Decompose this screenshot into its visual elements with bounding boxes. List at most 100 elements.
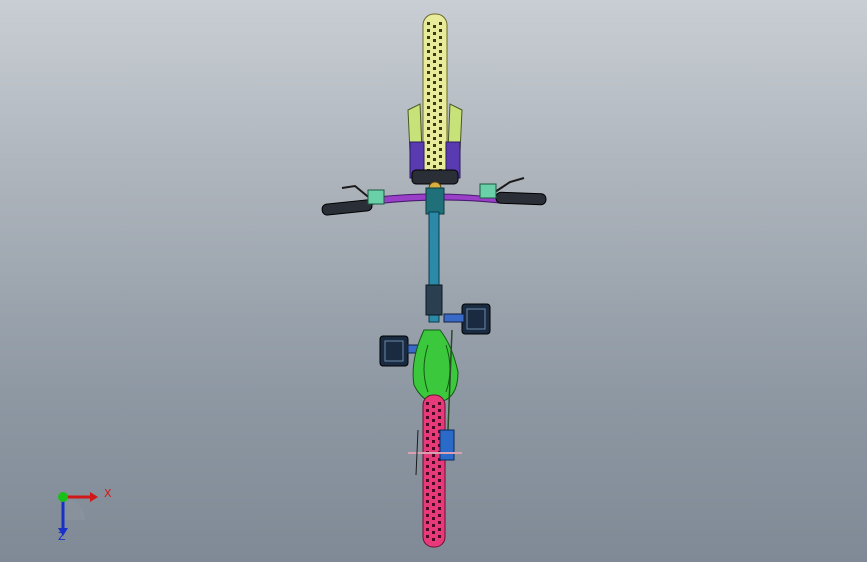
tread-block (438, 423, 441, 426)
graphics-viewport[interactable]: X Z (0, 0, 867, 562)
tread-block (427, 71, 430, 74)
x-axis-label: X (104, 487, 112, 500)
tread-block (438, 416, 441, 419)
tread-block (439, 134, 442, 137)
tread-block (426, 402, 429, 405)
tread-block (433, 109, 436, 112)
tread-block (438, 507, 441, 510)
tread-block (427, 155, 430, 158)
front-tire[interactable] (422, 13, 448, 185)
tread-block (432, 440, 435, 443)
tread-block (426, 430, 429, 433)
tread-block (432, 510, 435, 513)
tread-block (438, 493, 441, 496)
tread-block (439, 92, 442, 95)
tread-block (426, 486, 429, 489)
tread-block (433, 60, 436, 63)
rear-tire[interactable] (408, 394, 462, 548)
tread-block (426, 507, 429, 510)
tread-block (439, 57, 442, 60)
frame-tube[interactable] (425, 211, 443, 323)
tread-block (427, 29, 430, 32)
tread-block (427, 120, 430, 123)
tread-block (439, 85, 442, 88)
tread-block (433, 67, 436, 70)
tread-block (438, 409, 441, 412)
right-crank (443, 313, 465, 323)
tread-block (433, 39, 436, 42)
tread-block (432, 412, 435, 415)
tread-block (432, 419, 435, 422)
tread-block (427, 141, 430, 144)
tread-block (439, 29, 442, 32)
tread-block (426, 458, 429, 461)
front-tire-tread (427, 22, 442, 182)
tread-block (432, 405, 435, 408)
tread-block (432, 503, 435, 506)
tread-block (433, 25, 436, 28)
tread-block (433, 151, 436, 154)
tread-block (433, 81, 436, 84)
tread-block (427, 78, 430, 81)
tread-block (433, 102, 436, 105)
tread-block (427, 134, 430, 137)
right-grip (495, 191, 547, 206)
tread-block (432, 517, 435, 520)
tread-block (438, 479, 441, 482)
tread-block (438, 500, 441, 503)
tread-block (426, 535, 429, 538)
right-brake-lever (494, 177, 525, 193)
tread-block (427, 36, 430, 39)
tread-block (439, 141, 442, 144)
tread-block (427, 57, 430, 60)
tread-block (433, 158, 436, 161)
tread-block (439, 50, 442, 53)
right-pedal[interactable] (443, 303, 491, 335)
tread-block (426, 416, 429, 419)
tread-block (438, 514, 441, 517)
tread-block (433, 130, 436, 133)
tread-block (433, 116, 436, 119)
tread-block (432, 482, 435, 485)
tread-block (433, 46, 436, 49)
left-grip (321, 199, 373, 216)
tread-block (439, 127, 442, 130)
tread-block (432, 524, 435, 527)
bicycle-model-top-view[interactable] (0, 0, 867, 562)
tread-block (433, 74, 436, 77)
tread-block (438, 472, 441, 475)
y-axis-dot (58, 492, 68, 502)
tread-block (433, 32, 436, 35)
tread-block (426, 514, 429, 517)
tread-block (439, 106, 442, 109)
tread-block (432, 461, 435, 464)
tread-block (438, 521, 441, 524)
tread-block (439, 113, 442, 116)
tread-block (439, 120, 442, 123)
tread-block (427, 64, 430, 67)
tread-block (438, 535, 441, 538)
tread-block (432, 447, 435, 450)
tread-block (439, 78, 442, 81)
tread-block (433, 53, 436, 56)
tread-block (432, 489, 435, 492)
tread-block (426, 472, 429, 475)
rear-hub (439, 429, 455, 461)
tread-block (427, 162, 430, 165)
tread-block (438, 486, 441, 489)
tread-block (439, 148, 442, 151)
tread-block (432, 454, 435, 457)
tread-block (427, 85, 430, 88)
seat-post-clamp (425, 284, 443, 316)
tread-block (426, 437, 429, 440)
tread-block (426, 479, 429, 482)
tread-block (439, 155, 442, 158)
tread-block (439, 162, 442, 165)
tread-block (439, 64, 442, 67)
tread-block (427, 106, 430, 109)
tread-block (432, 433, 435, 436)
tread-block (438, 465, 441, 468)
stem (425, 187, 445, 215)
tread-block (438, 402, 441, 405)
tread-block (426, 500, 429, 503)
